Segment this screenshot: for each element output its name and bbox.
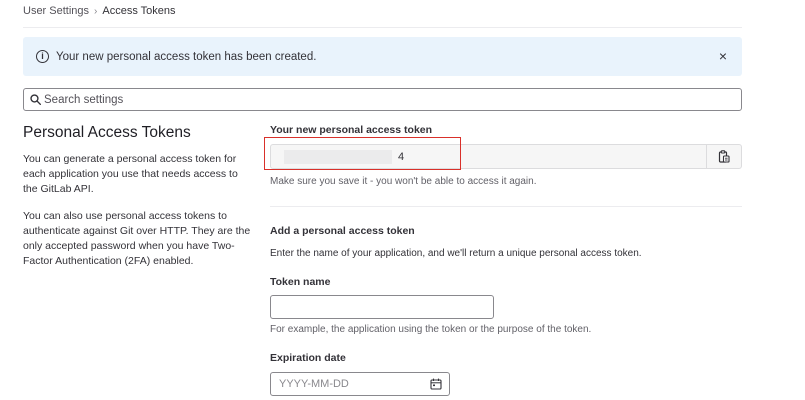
expiration-date-input[interactable] <box>271 378 419 390</box>
new-token-label: Your new personal access token <box>270 124 433 136</box>
breadcrumb-access-tokens[interactable]: Access Tokens <box>102 5 175 17</box>
expiration-date-field <box>270 372 450 396</box>
token-redaction <box>284 149 392 164</box>
new-token-value[interactable]: 4 <box>271 145 706 168</box>
intro-paragraph-2: You can also use personal access tokens … <box>23 210 251 267</box>
new-token-field: 4 <box>270 144 742 169</box>
add-token-heading: Add a personal access token <box>270 225 415 237</box>
search-icon <box>30 94 41 105</box>
breadcrumb-separator-icon: › <box>94 5 98 17</box>
access-tokens-page: User Settings › Access Tokens i Your new… <box>0 0 805 400</box>
page-title: Personal Access Tokens <box>23 124 191 141</box>
copy-token-button[interactable] <box>706 145 741 168</box>
token-created-alert: i Your new personal access token has bee… <box>23 37 742 76</box>
token-name-help: For example, the application using the t… <box>270 324 592 335</box>
add-token-description: Enter the name of your application, and … <box>270 248 642 259</box>
calendar-icon[interactable] <box>430 378 442 390</box>
section-divider <box>270 206 742 207</box>
info-icon: i <box>36 50 49 63</box>
new-token-help: Make sure you save it - you won't be abl… <box>270 176 537 187</box>
search-settings-box <box>23 88 742 111</box>
alert-message: Your new personal access token has been … <box>56 50 317 63</box>
copy-clipboard-icon <box>718 150 730 163</box>
breadcrumb: User Settings › Access Tokens <box>23 5 176 17</box>
expiration-date-label: Expiration date <box>270 352 346 364</box>
close-icon[interactable]: × <box>716 49 730 63</box>
intro-paragraph-1: You can generate a personal access token… <box>23 153 238 195</box>
token-name-input[interactable] <box>270 295 494 319</box>
top-divider <box>23 27 742 28</box>
breadcrumb-user-settings[interactable]: User Settings <box>23 5 89 17</box>
token-name-label: Token name <box>270 276 331 288</box>
intro-section: Personal Access Tokens You can generate … <box>23 124 253 269</box>
search-input[interactable] <box>44 93 724 106</box>
token-value-suffix: 4 <box>398 150 405 163</box>
